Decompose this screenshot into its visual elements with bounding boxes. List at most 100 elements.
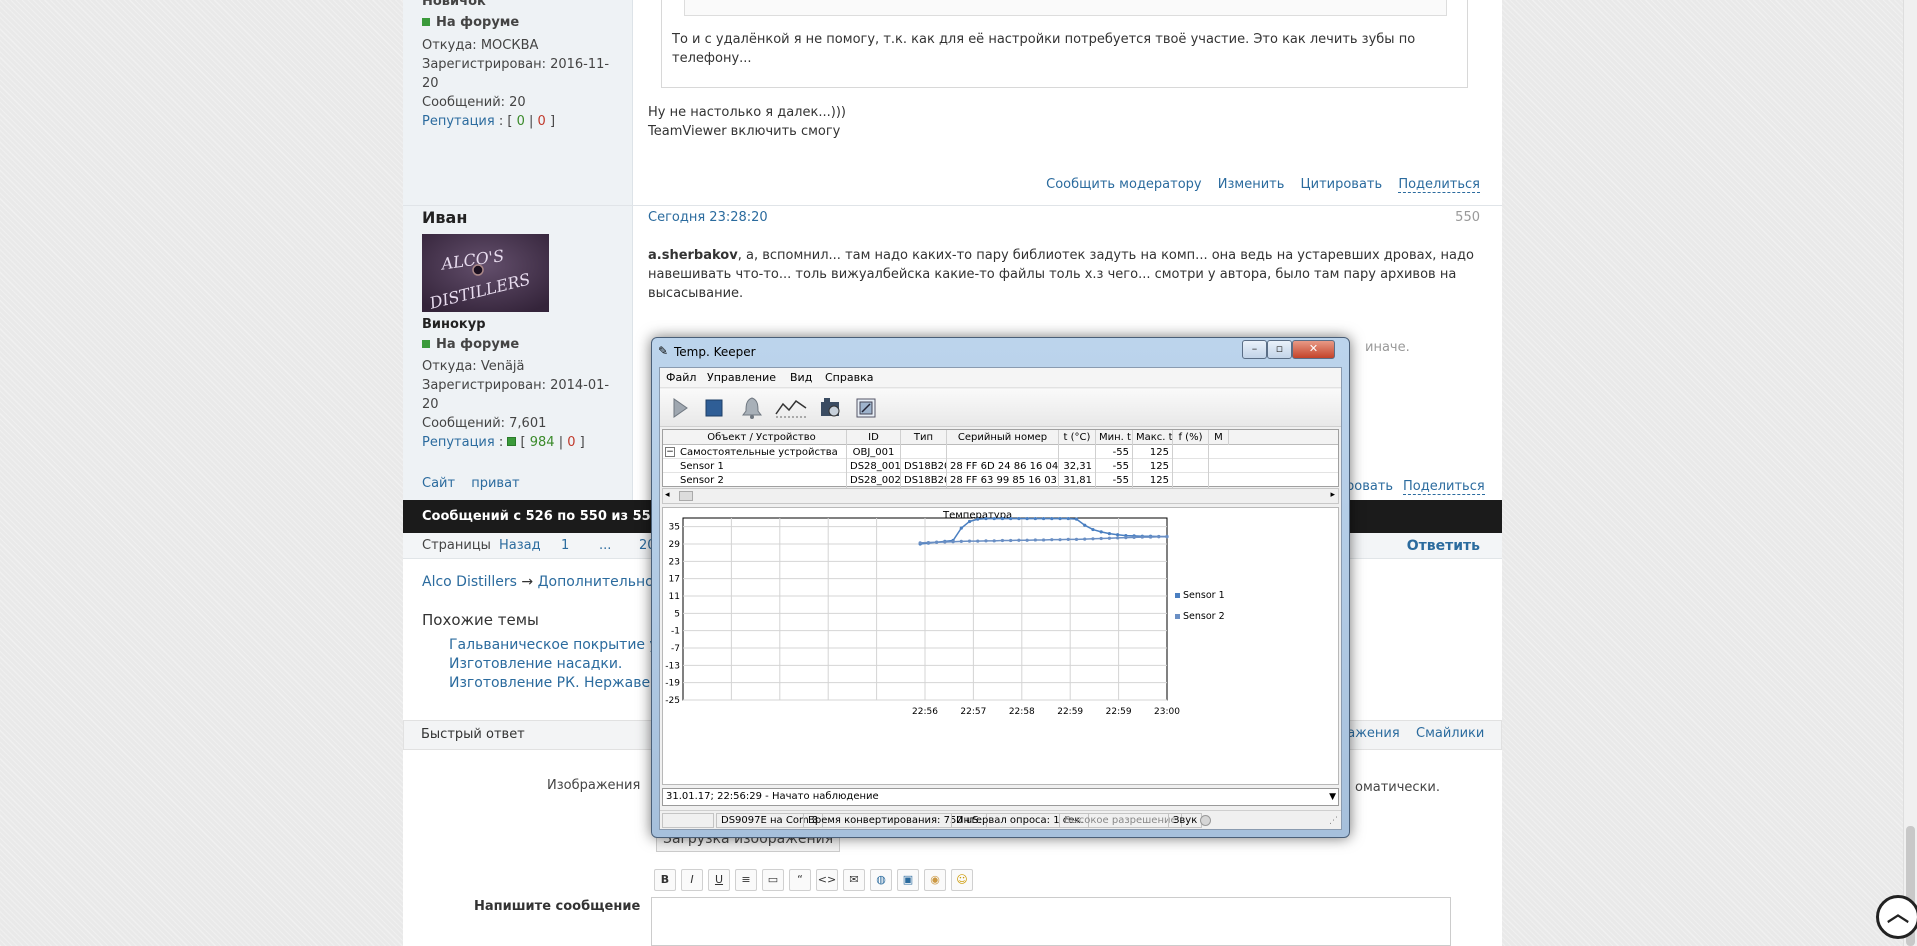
report-link[interactable]: Сообщить модератору [1046,177,1202,192]
status-empty [662,813,714,828]
italic-button[interactable]: I [681,869,703,891]
col-object[interactable]: Объект / Устройство [677,430,847,445]
share-link[interactable]: Поделиться [1403,479,1485,495]
maximize-button[interactable]: ▫ [1267,340,1292,359]
x-tick-label: 22:58 [1009,707,1035,717]
pager-page-1[interactable]: 1 [561,538,569,553]
row-max: 125 [1133,445,1173,460]
minimize-icon: – [1251,342,1258,355]
col-max[interactable]: Макс. t [1133,430,1173,445]
close-button[interactable]: ✕ [1292,340,1335,359]
devices-button[interactable] [816,394,844,422]
data-point [1099,530,1103,534]
settings-button[interactable] [852,394,880,422]
data-point [1041,516,1046,521]
similar-topic-item[interactable]: Гальваническое покрытие у [449,636,659,655]
chart-y-axis: 35 29 23 17 11 5 -1 -7 -13 -19 -25 [665,523,680,706]
rep-plus-icon[interactable] [507,437,517,446]
pager-dots[interactable]: ... [599,538,611,553]
data-point [1033,538,1037,542]
alarm-button[interactable] [738,394,766,422]
scroll-right-icon[interactable]: ▸ [1330,490,1335,500]
devices-icon [821,398,840,417]
smiley-button[interactable]: ☺ [951,869,973,891]
col-f[interactable]: f (%) [1173,430,1209,445]
user-site-link[interactable]: Сайт [422,476,455,491]
x-tick-label: 22:59 [1106,707,1132,717]
quote-link[interactable]: ровать [1346,479,1393,494]
menu-control[interactable]: Управление [707,371,776,384]
quote-button[interactable]: “ [789,869,811,891]
menu-file[interactable]: Файл [666,371,696,384]
resize-grip-icon[interactable]: ⋰ [1329,816,1338,826]
avatar[interactable]: ALCO'S DISTILLERS [422,234,549,316]
pager-back[interactable]: Назад [499,538,541,553]
user-pm-link[interactable]: приват [471,476,519,491]
table-horizontal-scrollbar[interactable]: ◂ ▸ [662,488,1339,504]
post-number[interactable]: 550 [1455,210,1480,225]
share-link[interactable]: Поделиться [1398,177,1480,193]
edit-link[interactable]: Изменить [1218,177,1285,192]
user-registered-line1: Зарегистрирован: 2016-11- [422,57,610,72]
spoiler-button[interactable]: ▭ [762,869,784,891]
scrollbar-thumb[interactable] [679,491,693,501]
start-button[interactable] [666,394,694,422]
chevron-down-icon[interactable]: ▼ [1329,789,1336,805]
table-row[interactable]: Sensor 1 DS28_001 DS18B20 28 FF 6D 24 86… [663,459,1338,474]
color-button[interactable]: ◉ [924,869,946,891]
similar-topic-item[interactable]: Изготовление РК. Нержавей [449,674,659,693]
user-registered-line1: Зарегистрирован: 2014-01- [422,378,610,393]
col-type[interactable]: Тип [901,430,947,445]
scroll-to-top-button[interactable]: ︿ [1876,895,1917,939]
minimize-button[interactable]: – [1242,340,1267,359]
data-point [1116,533,1120,537]
scroll-left-icon[interactable]: ◂ [665,490,670,500]
reputation-link[interactable]: Репутация [422,114,495,129]
post-time[interactable]: Сегодня 23:28:20 [648,210,768,225]
table-row[interactable]: − Самостоятельные устройства OBJ_001 -55… [663,445,1338,460]
reply-link[interactable]: Ответить [1407,538,1480,554]
data-point [1025,538,1029,542]
bold-button[interactable]: B [654,869,676,891]
email-button[interactable]: ✉ [843,869,865,891]
similar-topics-list: Гальваническое покрытие у Изготовление н… [449,636,659,693]
data-point [1058,538,1062,542]
reputation-link[interactable]: Репутация [422,435,495,450]
y-tick-label: -25 [665,696,680,706]
post-text-line-2: TeamViewer включить смогу [648,124,841,139]
col-id[interactable]: ID [847,430,901,445]
underline-button[interactable]: U [708,869,730,891]
col-m[interactable]: М [1209,430,1229,445]
post-author[interactable]: Иван [422,208,467,227]
menu-help[interactable]: Справка [825,371,873,384]
temp-keeper-window[interactable]: ✎ Temp. Keeper – ▫ ✕ Файл Управление Вид… [651,337,1350,838]
menu-view[interactable]: Вид [790,371,812,384]
chart-button[interactable] [774,394,808,422]
chart-legend: Sensor 1 Sensor 2 [1175,590,1225,622]
event-log-dropdown[interactable]: 31.01.17; 22:56:29 - Начато наблюдение ▼ [662,788,1339,806]
quote-link[interactable]: Цитировать [1301,177,1383,192]
breadcrumb-root[interactable]: Alco Distillers [422,574,517,590]
collapse-icon[interactable]: − [665,447,675,457]
page-scrollbar[interactable] [1903,0,1917,946]
row-id: OBJ_001 [847,445,901,460]
col-temp[interactable]: t (°C) [1059,430,1096,445]
col-min[interactable]: Мин. t [1096,430,1133,445]
mention[interactable]: a.sherbakov [648,248,738,263]
image-button[interactable]: ▣ [897,869,919,891]
data-point [967,519,972,524]
breadcrumb-section[interactable]: Дополнительно [538,574,654,590]
data-point [984,516,988,521]
smileys-link[interactable]: Смайлики [1416,726,1484,741]
table-row[interactable]: Sensor 2 DS28_002 DS18B20 28 FF 63 99 85… [663,473,1338,488]
similar-topic-item[interactable]: Изготовление насадки. [449,655,659,674]
stop-button[interactable] [700,394,728,422]
link-button[interactable]: ◍ [870,869,892,891]
temperature-chart-svg: Температура 35292317115-1-7-13-19-25 22:… [665,510,1225,717]
x-tick-label: 23:00 [1154,707,1180,717]
message-textarea[interactable] [651,897,1451,946]
post-text-line-2: навешивать что-то... толь вижуалбейска к… [648,267,1457,282]
list-button[interactable]: ≡ [735,869,757,891]
col-serial[interactable]: Серийный номер [947,430,1059,445]
code-button[interactable]: <> [816,869,838,891]
